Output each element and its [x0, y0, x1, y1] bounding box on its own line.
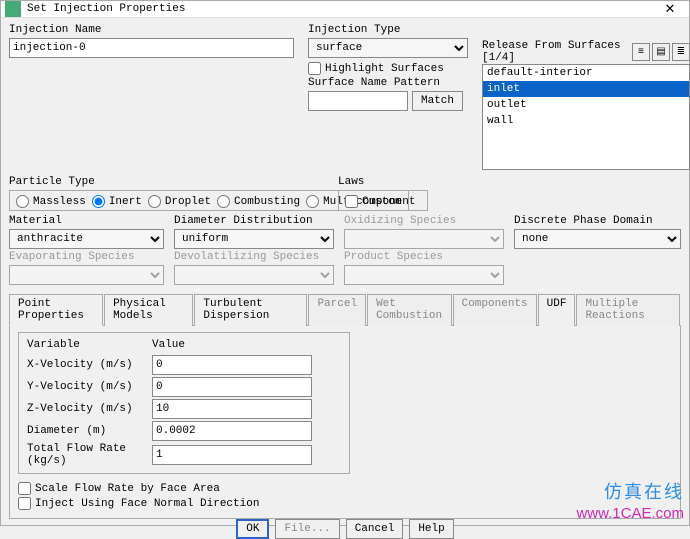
- flow-label: Total Flow Rate (kg/s): [27, 443, 152, 467]
- invert-icon[interactable]: ≣: [672, 43, 690, 61]
- diameter-input[interactable]: [152, 421, 312, 441]
- help-button[interactable]: Help: [409, 519, 453, 539]
- tabs: Point Properties Physical Models Turbule…: [9, 293, 681, 326]
- tab-wet-combustion[interactable]: Wet Combustion: [367, 294, 452, 326]
- custom-laws-text: Custom: [362, 196, 402, 208]
- evap-select: [9, 265, 164, 285]
- custom-laws-checkbox[interactable]: [345, 195, 358, 208]
- material-select[interactable]: anthracite: [9, 229, 164, 249]
- surface-pattern-input[interactable]: [308, 91, 408, 111]
- tab-physical-models[interactable]: Physical Models: [104, 294, 193, 326]
- product-label: Product Species: [344, 251, 504, 263]
- file-button[interactable]: File...: [275, 519, 339, 539]
- tab-multiple-reactions[interactable]: Multiple Reactions: [576, 294, 680, 326]
- devol-select: [174, 265, 334, 285]
- yvel-input[interactable]: [152, 377, 312, 397]
- tab-parcel[interactable]: Parcel: [308, 294, 366, 326]
- injection-name-label: Injection Name: [9, 24, 294, 36]
- oxidizing-select: [344, 229, 504, 249]
- diameter-label: Diameter (m): [27, 425, 152, 437]
- diameter-dist-select[interactable]: uniform: [174, 229, 334, 249]
- list-item[interactable]: default-interior: [483, 65, 689, 81]
- scale-flow-checkbox[interactable]: [18, 482, 31, 495]
- oxidizing-label: Oxidizing Species: [344, 215, 504, 227]
- app-icon: [5, 1, 21, 17]
- tab-udf[interactable]: UDF: [538, 294, 576, 326]
- particle-type-label: Particle Type: [9, 176, 324, 188]
- diameter-dist-label: Diameter Distribution: [174, 215, 334, 227]
- close-icon[interactable]: ✕: [655, 2, 685, 17]
- surface-list[interactable]: default-interior inlet outlet wall: [482, 64, 690, 170]
- ok-button[interactable]: OK: [236, 519, 269, 539]
- variable-header: Variable: [27, 339, 152, 353]
- titlebar: Set Injection Properties ✕: [1, 1, 689, 18]
- tab-components[interactable]: Components: [453, 294, 537, 326]
- tab-turbulent-dispersion[interactable]: Turbulent Dispersion: [194, 294, 307, 326]
- list-item[interactable]: outlet: [483, 97, 689, 113]
- laws-label: Laws: [338, 176, 408, 188]
- cancel-button[interactable]: Cancel: [346, 519, 404, 539]
- point-properties-panel: Variable Value X-Velocity (m/s) Y-Veloci…: [9, 326, 681, 519]
- deselect-icon[interactable]: ▤: [652, 43, 670, 61]
- devol-label: Devolatilizing Species: [174, 251, 334, 263]
- highlight-surfaces-checkbox[interactable]: [308, 62, 321, 75]
- injection-type-label: Injection Type: [308, 24, 468, 36]
- tab-point-properties[interactable]: Point Properties: [9, 294, 103, 326]
- radio-droplet[interactable]: Droplet: [148, 195, 211, 208]
- face-normal-label: Inject Using Face Normal Direction: [35, 498, 259, 510]
- highlight-surfaces-label: Highlight Surfaces: [325, 63, 444, 75]
- yvel-label: Y-Velocity (m/s): [27, 381, 152, 393]
- laws-group: Custom: [338, 190, 409, 211]
- dialog-footer: OK File... Cancel Help: [1, 519, 689, 539]
- dpd-label: Discrete Phase Domain: [514, 215, 681, 227]
- value-header: Value: [152, 339, 312, 353]
- list-item[interactable]: wall: [483, 113, 689, 129]
- flow-input[interactable]: [152, 445, 312, 465]
- radio-combusting[interactable]: Combusting: [217, 195, 300, 208]
- xvel-input[interactable]: [152, 355, 312, 375]
- select-all-icon[interactable]: ≡: [632, 43, 650, 61]
- scale-flow-label: Scale Flow Rate by Face Area: [35, 483, 220, 495]
- radio-inert[interactable]: Inert: [92, 195, 142, 208]
- radio-massless[interactable]: Massless: [16, 195, 86, 208]
- list-item[interactable]: inlet: [483, 81, 689, 97]
- face-normal-checkbox[interactable]: [18, 497, 31, 510]
- material-label: Material: [9, 215, 164, 227]
- xvel-label: X-Velocity (m/s): [27, 359, 152, 371]
- release-surfaces-label: Release From Surfaces [1/4]: [482, 40, 632, 64]
- window-title: Set Injection Properties: [27, 3, 655, 15]
- surface-pattern-label: Surface Name Pattern: [308, 77, 468, 89]
- product-select: [344, 265, 504, 285]
- match-button[interactable]: Match: [412, 91, 463, 111]
- injection-type-select[interactable]: surface: [308, 38, 468, 58]
- zvel-input[interactable]: [152, 399, 312, 419]
- zvel-label: Z-Velocity (m/s): [27, 403, 152, 415]
- evap-label: Evaporating Species: [9, 251, 164, 263]
- dpd-select[interactable]: none: [514, 229, 681, 249]
- injection-name-input[interactable]: [9, 38, 294, 58]
